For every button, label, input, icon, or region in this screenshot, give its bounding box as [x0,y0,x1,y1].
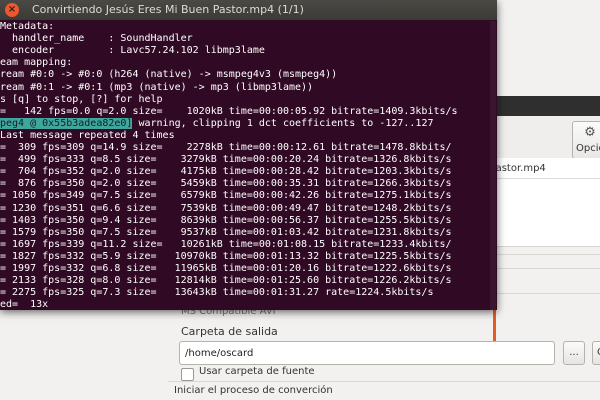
terminal-line: = 2275 fps=325 q=7.3 size= 13643kB time=… [0,287,433,299]
terminal-line: peg4 @ 0x55b3adea82e0] warning, clipping… [0,117,434,130]
gear-icon: ⚙ [584,125,596,140]
terminal-line-text: = 1403 fps=350 q=9.4 size= 8639kB time=0… [0,214,452,226]
terminal-line: Metadata: [0,21,54,33]
output-folder-label: Carpeta de salida [181,325,278,338]
terminal-line: = 1403 fps=350 q=9.4 size= 8639kB time=0… [0,215,452,227]
terminal-line: = 1579 fps=350 q=7.5 size= 9537kB time=0… [0,227,452,239]
status-divider [168,381,600,382]
terminal-scrollbar[interactable] [490,21,496,310]
terminal-line-text: Last message repeated 4 times [0,129,175,141]
file-list-item[interactable]: Pastor.mp4 [490,163,546,174]
terminal-highlight: peg4 @ 0x55b3adea82e0] [0,117,133,129]
terminal-line: = 142 fps=0.0 q=2.0 size= 1020kB time=00… [0,106,458,118]
terminal-line-text: = 499 fps=333 q=8.5 size= 3279kB time=00… [0,154,452,166]
terminal-line-text: s [q] to stop, [?] for help [0,93,163,105]
terminal-line-text: ed= 13x [0,299,49,310]
terminal-line: = 1230 fps=351 q=6.6 size= 7539kB time=0… [0,203,452,215]
terminal-line-text: = 1050 fps=349 q=7.5 size= 6579kB time=0… [0,190,452,202]
status-text: Iniciar el proceso de converción [174,385,333,396]
terminal-line-text: = 142 fps=0.0 q=2.0 size= 1020kB time=00… [0,105,458,117]
use-source-folder-checkbox[interactable] [181,368,194,381]
terminal-line: ream #0:1 -> #0:1 (mp3 (native) -> mp3 (… [0,82,313,94]
terminal-line: = 1050 fps=349 q=7.5 size= 6579kB time=0… [0,190,452,202]
terminal-output[interactable]: Metadata: handler_name : SoundHandler en… [0,21,497,310]
terminal-line: = 499 fps=333 q=8.5 size= 3279kB time=00… [0,154,452,166]
options-button[interactable]: ⚙ Opcio [572,121,600,159]
terminal-line-text: = 1997 fps=332 q=6.8 size= 11965kB time=… [0,263,452,274]
terminal-line: = 309 fps=309 q=14.9 size= 2278kB time=0… [0,142,452,154]
terminal-line-text: = 2275 fps=325 q=7.3 size= 13643kB time=… [0,287,434,299]
terminal-line-text: handler_name : SoundHandler [0,33,193,45]
use-source-folder-label: Usar carpeta de fuente [199,366,315,377]
terminal-line-text: = 1827 fps=332 q=5.9 size= 10970kB time=… [0,250,452,262]
terminal-line-text: = 704 fps=352 q=2.0 size= 4175kB time=00… [0,166,452,178]
output-folder-input[interactable] [179,341,555,365]
terminal-line-text: ream #0:1 -> #0:1 (mp3 (native) -> mp3 (… [0,81,314,93]
terminal-line: handler_name : SoundHandler [0,33,193,45]
terminal-line-text: encoder : Lavc57.24.102 libmp3lame [0,45,265,57]
browse-button[interactable]: ... [563,341,585,365]
terminal-line: ream #0:0 -> #0:0 (h264 (native) -> msmp… [0,69,337,81]
terminal-line-text: eam mapping: [0,57,73,69]
terminal-line: = 1997 fps=332 q=6.8 size= 11965kB time=… [0,263,452,275]
terminal-line-text: = 1230 fps=351 q=6.6 size= 7539kB time=0… [0,202,452,214]
terminal-line-text: = 876 fps=350 q=2.0 size= 5459kB time=00… [0,178,452,190]
terminal-line: = 704 fps=352 q=2.0 size= 4175kB time=00… [0,166,452,178]
terminal-line: = 1827 fps=332 q=5.9 size= 10970kB time=… [0,251,452,263]
terminal-title: Convirtiendo Jesús Eres Mi Buen Pastor.m… [32,3,304,16]
terminal-line-text: ream #0:0 -> #0:0 (h264 (native) -> msmp… [0,69,338,81]
close-icon[interactable]: × [5,3,19,17]
terminal-line-text: Metadata: [0,21,55,32]
terminal-line-text: = 2133 fps=328 q=8.0 size= 12814kB time=… [0,275,452,287]
terminal-line-text: = 1579 fps=350 q=7.5 size= 9537kB time=0… [0,226,452,238]
terminal-line: Last message repeated 4 times [0,130,175,142]
terminal-window[interactable]: × Convirtiendo Jesús Eres Mi Buen Pastor… [0,0,497,310]
terminal-titlebar[interactable]: × Convirtiendo Jesús Eres Mi Buen Pastor… [0,0,497,20]
terminal-line: = 2133 fps=328 q=8.0 size= 12814kB time=… [0,275,452,287]
terminal-line-text: = 1697 fps=339 q=11.2 size= 10261kB time… [0,238,452,250]
terminal-line: s [q] to stop, [?] for help [0,94,163,106]
options-label: Opcio [576,143,600,154]
terminal-line: ed= 13x [0,299,48,310]
terminal-line: eam mapping: [0,57,72,69]
terminal-line: encoder : Lavc57.24.102 libmp3lame [0,45,265,57]
terminal-line: = 1697 fps=339 q=11.2 size= 10261kB time… [0,239,452,251]
terminal-line: = 876 fps=350 q=2.0 size= 5459kB time=00… [0,178,452,190]
open-folder-button[interactable]: O [592,341,600,365]
terminal-line-text: warning, clipping 1 dct coefficients to … [132,117,434,129]
terminal-line-text: = 309 fps=309 q=14.9 size= 2278kB time=0… [0,142,452,153]
